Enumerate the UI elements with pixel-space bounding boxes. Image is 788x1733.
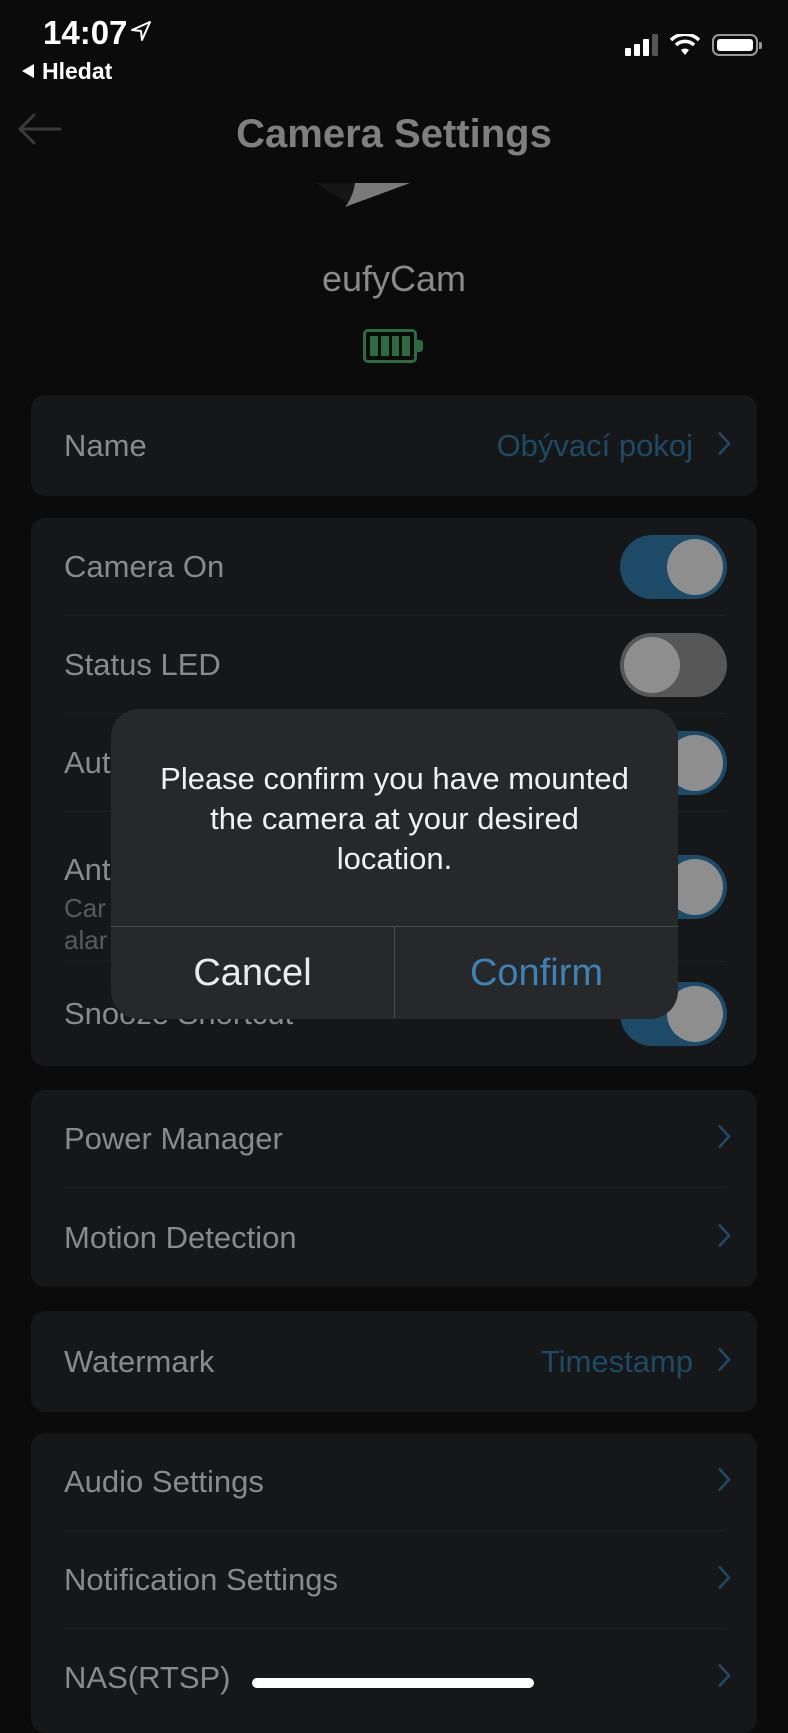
- chevron-right-icon: [717, 1346, 731, 1377]
- notification-settings-row[interactable]: Notification Settings: [31, 1531, 757, 1629]
- audio-settings-row[interactable]: Audio Settings: [31, 1433, 757, 1531]
- back-to-app-link[interactable]: Hledat: [22, 58, 112, 85]
- chevron-right-icon: [717, 1565, 731, 1596]
- chevron-right-icon: [717, 1663, 731, 1694]
- wifi-icon: [670, 34, 700, 55]
- toggle-row-status-led: Status LED: [31, 616, 757, 714]
- row-label: Notification Settings: [64, 1562, 338, 1597]
- device-battery-nub: [417, 340, 423, 352]
- watermark-card: Watermark Timestamp: [31, 1311, 757, 1412]
- watermark-value: Timestamp: [540, 1343, 693, 1379]
- chevron-right-icon: [717, 1223, 731, 1254]
- name-row[interactable]: Name Obývací pokoj: [31, 395, 757, 496]
- name-card: Name Obývací pokoj: [31, 395, 757, 496]
- row-label: Audio Settings: [64, 1464, 264, 1499]
- power-card: Power Manager Motion Detection: [31, 1090, 757, 1287]
- location-arrow-icon: [130, 20, 152, 47]
- chevron-right-icon: [717, 1467, 731, 1498]
- toggle-label: Aut: [64, 745, 111, 780]
- camera-on-toggle[interactable]: [620, 535, 727, 599]
- toggle-label: Camera On: [64, 549, 225, 584]
- status-time: 14:07: [43, 14, 128, 51]
- back-triangle-icon: [22, 64, 34, 78]
- confirm-button[interactable]: Confirm: [395, 927, 678, 1019]
- status-led-toggle[interactable]: [620, 633, 727, 697]
- toggle-knob: [624, 637, 680, 693]
- cancel-button[interactable]: Cancel: [111, 927, 394, 1019]
- camera-image: [315, 183, 415, 214]
- toggle-label: Ant: [64, 852, 111, 887]
- dialog-message: Please confirm you have mounted the came…: [160, 761, 629, 876]
- cellular-signal-icon: [625, 34, 658, 56]
- page-title: Camera Settings: [236, 112, 552, 156]
- name-label: Name: [64, 427, 147, 463]
- watermark-label: Watermark: [64, 1343, 215, 1379]
- toggle-knob: [667, 539, 723, 595]
- back-app-label: Hledat: [42, 58, 113, 84]
- row-label: Motion Detection: [64, 1220, 297, 1255]
- device-name: eufyCam: [321, 258, 467, 299]
- chevron-right-icon: [717, 430, 731, 461]
- toggle-label: Status LED: [64, 647, 221, 682]
- divider: [64, 1187, 724, 1188]
- row-label: Power Manager: [64, 1121, 283, 1156]
- device-battery-icon: [363, 329, 417, 363]
- confirm-dialog: Please confirm you have mounted the came…: [111, 709, 678, 1019]
- toggle-sublabel: Car alar: [64, 893, 108, 955]
- status-icons: [625, 34, 762, 56]
- toggle-row-camera-on: Camera On: [31, 518, 757, 616]
- motion-detection-row[interactable]: Motion Detection: [31, 1189, 757, 1287]
- watermark-row[interactable]: Watermark Timestamp: [31, 1311, 757, 1412]
- settings-card: Audio Settings Notification Settings NAS…: [31, 1433, 757, 1733]
- name-value: Obývací pokoj: [496, 427, 693, 463]
- battery-icon: [712, 34, 762, 56]
- chevron-right-icon: [717, 1124, 731, 1155]
- power-manager-row[interactable]: Power Manager: [31, 1090, 757, 1188]
- row-label: NAS(RTSP): [64, 1660, 231, 1695]
- home-indicator[interactable]: [252, 1678, 534, 1688]
